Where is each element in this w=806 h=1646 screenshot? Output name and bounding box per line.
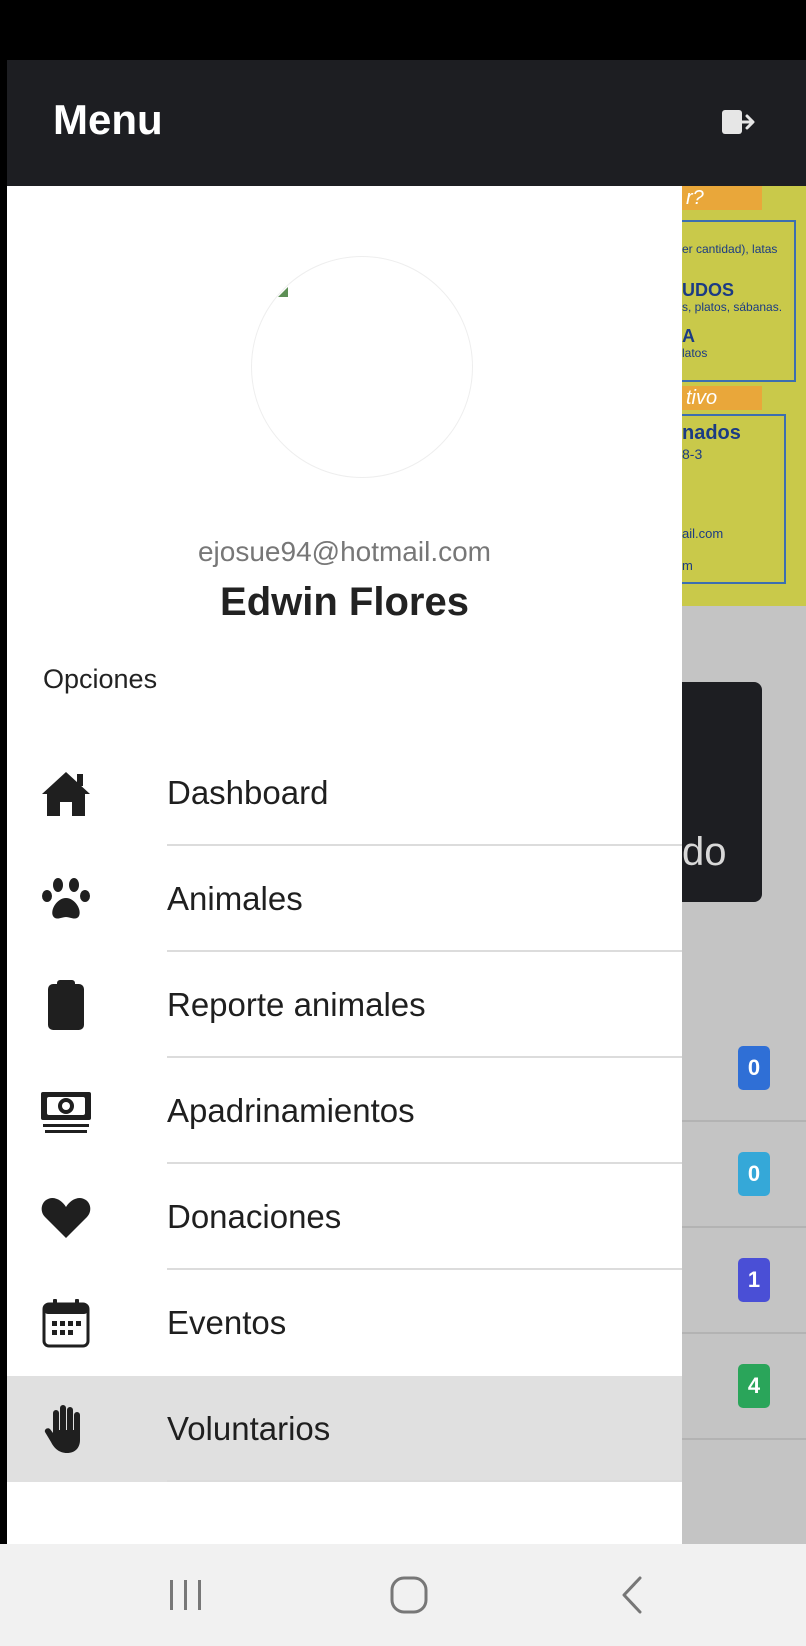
- app-header: [682, 60, 806, 186]
- menu-item-label: Eventos: [167, 1304, 287, 1341]
- count-badge: 1: [738, 1258, 770, 1302]
- back-icon[interactable]: [602, 1568, 662, 1622]
- home-icon: [42, 772, 90, 816]
- drawer-title: Menu: [53, 96, 163, 143]
- poster-text: latos: [682, 346, 708, 360]
- logout-icon[interactable]: [720, 104, 756, 140]
- count-badge: 0: [738, 1152, 770, 1196]
- count-badge: 0: [738, 1046, 770, 1090]
- count-badge: 4: [738, 1364, 770, 1408]
- clipboard-icon: [48, 980, 84, 1030]
- home-button-icon[interactable]: [379, 1568, 439, 1622]
- poster-text: s, platos, sábanas.: [682, 300, 783, 314]
- poster-image: r? er cantidad), latas UDOS s, platos, s…: [682, 186, 806, 606]
- money-icon: [41, 1092, 91, 1133]
- broken-image-icon: [278, 287, 288, 297]
- status-bar: [0, 0, 806, 60]
- menu-item-label: Donaciones: [167, 1198, 342, 1235]
- hand-icon: [44, 1405, 80, 1453]
- poster-text: 8-3: [682, 446, 703, 462]
- menu-item-label: Voluntarios: [167, 1410, 331, 1447]
- background-app: r? er cantidad), latas UDOS s, platos, s…: [682, 60, 806, 1544]
- list-item[interactable]: 0: [682, 1016, 806, 1122]
- recent-apps-icon[interactable]: [156, 1568, 216, 1622]
- poster-text: A: [682, 326, 695, 346]
- menu-item-eventos[interactable]: Eventos: [7, 1270, 682, 1376]
- menu-item-dashboard[interactable]: Dashboard: [7, 740, 682, 846]
- navigation-drawer: Menu ejosue94@hotmail.com Edwin Flores O…: [7, 60, 682, 1544]
- menu-item-label: Apadrinamientos: [167, 1092, 415, 1129]
- poster-heading: r?: [682, 186, 762, 210]
- list-item[interactable]: 0: [682, 1122, 806, 1228]
- poster-text: m: [682, 558, 693, 573]
- menu-item-label: Reporte animales: [167, 986, 426, 1023]
- avatar: [251, 256, 473, 478]
- divider: [167, 1480, 682, 1482]
- menu-item-label: Animales: [167, 880, 303, 917]
- paw-icon: [42, 878, 90, 919]
- poster-text: ail.com: [682, 526, 724, 541]
- user-name: Edwin Flores: [220, 580, 469, 624]
- section-label: Opciones: [43, 664, 158, 694]
- menu-item-donaciones[interactable]: Donaciones: [7, 1164, 682, 1270]
- user-email: ejosue94@hotmail.com: [197, 536, 491, 567]
- menu-item-label: Dashboard: [167, 774, 329, 811]
- menu-item-voluntarios[interactable]: Voluntarios: [7, 1376, 682, 1482]
- poster-text: UDOS: [682, 280, 735, 300]
- summary-card-text: do: [682, 830, 727, 874]
- menu-item-animales[interactable]: Animales: [7, 846, 682, 952]
- system-nav-bar: [0, 1544, 806, 1646]
- heart-icon: [41, 1198, 91, 1238]
- poster-heading: tivo: [682, 386, 762, 410]
- drawer-header: Menu: [7, 60, 682, 186]
- poster-text: nados: [682, 422, 741, 444]
- list-item[interactable]: 4: [682, 1334, 806, 1440]
- menu-item-apadrinamientos[interactable]: Apadrinamientos: [7, 1058, 682, 1164]
- menu-item-reporte-animales[interactable]: Reporte animales: [7, 952, 682, 1058]
- calendar-icon: [42, 1299, 90, 1348]
- poster-text: er cantidad), latas: [682, 242, 778, 256]
- list-item[interactable]: 1: [682, 1228, 806, 1334]
